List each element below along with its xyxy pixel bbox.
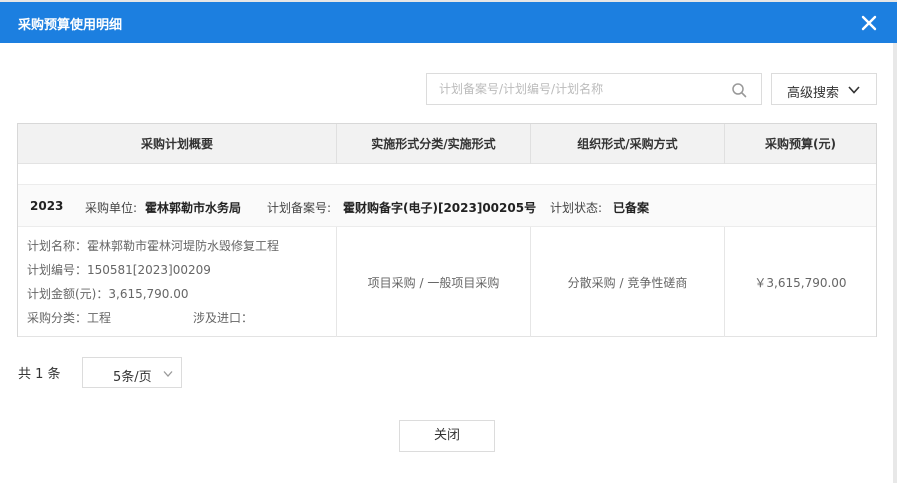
budget-cell: ￥3,615,790.00 <box>754 275 847 290</box>
total-count: 共 1 条 <box>18 367 61 382</box>
close-button[interactable]: 关闭 <box>399 420 495 452</box>
procurement-category: 采购分类：工程 <box>27 311 112 325</box>
purchasing-unit-value: 霍林郭勒市水务局 <box>145 201 242 215</box>
budget-table: 采购计划概要 实施形式分类/实施形式 组织形式/采购方式 采购预算(元) 202… <box>17 123 877 337</box>
column-header-plan-summary: 采购计划概要 <box>18 124 337 164</box>
table-header: 采购计划概要 实施形式分类/实施形式 组织形式/采购方式 采购预算(元) <box>18 124 876 164</box>
plan-amount: 计划金额(元)：3,615,790.00 <box>27 287 189 301</box>
chevron-down-icon <box>163 371 173 377</box>
close-icon[interactable] <box>861 15 877 31</box>
plan-group-header: 2023 采购单位: 霍林郭勒市水务局 计划备案号: 霍财购备字(电子)[202… <box>18 184 876 227</box>
search-icon[interactable] <box>731 82 747 98</box>
page-size-select[interactable]: 5条/页 <box>82 357 182 388</box>
advanced-search-button[interactable]: 高级搜索 <box>771 73 877 105</box>
organization-form-cell: 分散采购 / 竞争性磋商 <box>531 227 725 337</box>
advanced-search-label: 高级搜索 <box>787 86 840 101</box>
plan-name: 计划名称：霍林郭勒市霍林河堤防水毁修复工程 <box>27 239 280 253</box>
page-size-value: 5条/页 <box>113 370 152 385</box>
plan-summary-cell: 计划名称：霍林郭勒市霍林河堤防水毁修复工程 计划编号：150581[2023]0… <box>18 227 337 337</box>
table-row: 计划名称：霍林郭勒市霍林河堤防水毁修复工程 计划编号：150581[2023]0… <box>18 227 876 337</box>
column-header-budget: 采购预算(元) <box>765 137 836 151</box>
dialog-title: 采购预算使用明细 <box>18 18 123 33</box>
filing-number-value: 霍财购备字(电子)[2023]00205号 <box>343 201 537 215</box>
purchasing-unit-label: 采购单位: <box>85 201 138 215</box>
column-header-implementation: 实施形式分类/实施形式 <box>337 124 531 164</box>
search-box <box>426 73 762 105</box>
column-header-organization: 组织形式/采购方式 <box>531 124 725 164</box>
import-involved: 涉及进口： <box>193 311 254 325</box>
group-year: 2023 <box>30 199 64 213</box>
plan-number: 计划编号：150581[2023]00209 <box>27 263 211 277</box>
dialog-header: 采购预算使用明细 <box>0 0 897 43</box>
implementation-form-cell: 项目采购 / 一般项目采购 <box>337 227 531 337</box>
filing-number-label: 计划备案号: <box>267 201 332 215</box>
search-input[interactable] <box>427 74 727 104</box>
chevron-down-icon <box>848 86 860 94</box>
dialog-border <box>893 43 897 483</box>
plan-status-label: 计划状态: <box>550 201 603 215</box>
plan-status-value: 已备案 <box>613 201 650 215</box>
